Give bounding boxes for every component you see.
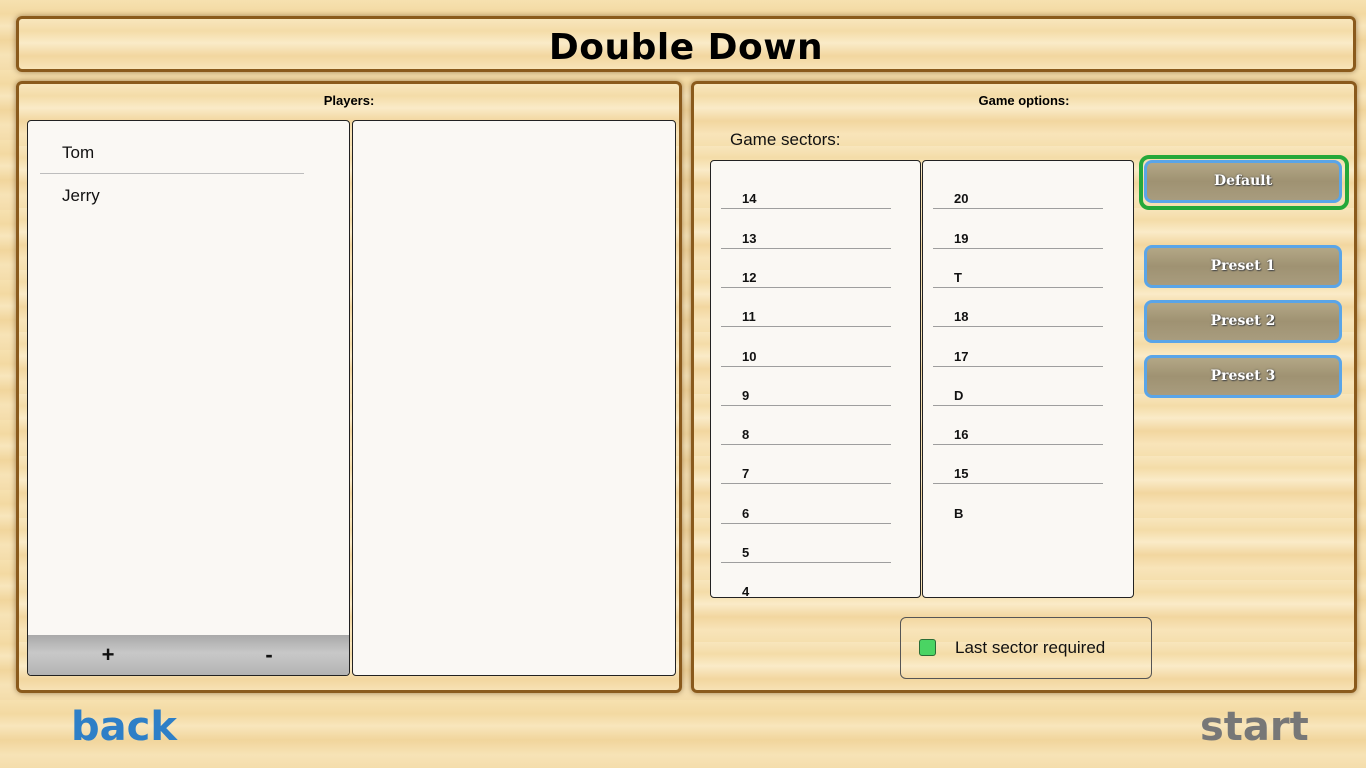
game-options-panel: Game options: Game sectors: 14 13 12 11 … [691, 81, 1357, 693]
sector-item[interactable]: 12 [721, 249, 891, 288]
sector-item[interactable]: T [933, 249, 1103, 288]
sector-label: 4 [742, 584, 750, 598]
sector-label: 14 [742, 191, 757, 206]
sector-label: 18 [954, 309, 969, 324]
preset-2-button[interactable]: Preset 2 [1144, 300, 1342, 343]
sector-item[interactable]: 18 [933, 288, 1103, 327]
start-button[interactable]: start [1200, 704, 1309, 750]
sector-label: 11 [742, 309, 756, 324]
game-sectors-label: Game sectors: [730, 130, 841, 149]
sector-item[interactable]: 14 [721, 170, 891, 209]
remove-player-button[interactable]: - [249, 639, 289, 671]
sector-item[interactable]: 4 [721, 563, 891, 598]
players-heading: Players: [323, 93, 375, 108]
player-name: Tom [62, 143, 95, 162]
sector-item[interactable]: 19 [933, 210, 1103, 249]
sectors-list-right[interactable]: 20 19 T 18 17 D 16 15 B [922, 160, 1134, 598]
sector-item[interactable]: 7 [721, 445, 891, 484]
sector-item[interactable]: 17 [933, 328, 1103, 367]
sector-label: 19 [954, 231, 969, 246]
sector-label: 15 [954, 466, 969, 481]
sector-label: 9 [742, 388, 750, 403]
sector-label: D [954, 388, 964, 403]
sector-item[interactable]: 15 [933, 445, 1103, 484]
player-name: Jerry [62, 186, 100, 205]
sector-item[interactable]: 9 [721, 367, 891, 406]
players-panel: Players: Tom Jerry + - [16, 81, 682, 693]
players-toolbar: + - [28, 635, 349, 675]
title-bar: Double Down [16, 16, 1356, 72]
players-detail-pane [352, 120, 676, 676]
sector-label: 12 [742, 270, 757, 285]
sector-label: 8 [742, 427, 750, 442]
last-sector-required-label: Last sector required [955, 638, 1106, 657]
sector-label: 10 [742, 349, 757, 364]
last-sector-required-option: Last sector required [900, 617, 1152, 679]
sector-label: 16 [954, 427, 969, 442]
sector-label: T [954, 270, 962, 285]
game-options-heading: Game options: [978, 93, 1070, 108]
sector-label: 5 [742, 545, 750, 560]
player-row[interactable]: Tom [40, 131, 304, 174]
sector-label: 17 [954, 349, 969, 364]
sector-item[interactable]: 8 [721, 406, 891, 445]
preset-3-button[interactable]: Preset 3 [1144, 355, 1342, 398]
add-player-button[interactable]: + [88, 639, 128, 671]
sector-item[interactable]: 5 [721, 524, 891, 563]
sector-item[interactable]: 6 [721, 485, 891, 524]
sectors-list-left[interactable]: 14 13 12 11 10 9 8 7 6 5 4 [710, 160, 921, 598]
back-button[interactable]: back [71, 704, 177, 750]
sector-item[interactable]: 11 [721, 288, 891, 327]
sector-item[interactable]: 20 [933, 170, 1103, 209]
sector-label: 7 [742, 466, 750, 481]
sector-item[interactable]: 10 [721, 328, 891, 367]
sector-label: B [954, 506, 964, 521]
players-list[interactable]: Tom Jerry + - [27, 120, 350, 676]
player-row[interactable]: Jerry [40, 174, 304, 217]
sector-item[interactable]: B [933, 485, 1103, 524]
sector-item[interactable]: 13 [721, 210, 891, 249]
last-sector-required-checkbox[interactable] [919, 639, 936, 656]
preset-1-button[interactable]: Preset 1 [1144, 245, 1342, 288]
sector-label: 6 [742, 506, 750, 521]
sector-label: 20 [954, 191, 969, 206]
sector-item[interactable]: 16 [933, 406, 1103, 445]
sector-item[interactable]: D [933, 367, 1103, 406]
default-preset-button[interactable]: Default [1144, 160, 1342, 203]
sector-label: 13 [742, 231, 757, 246]
page-title: Double Down [548, 27, 824, 68]
